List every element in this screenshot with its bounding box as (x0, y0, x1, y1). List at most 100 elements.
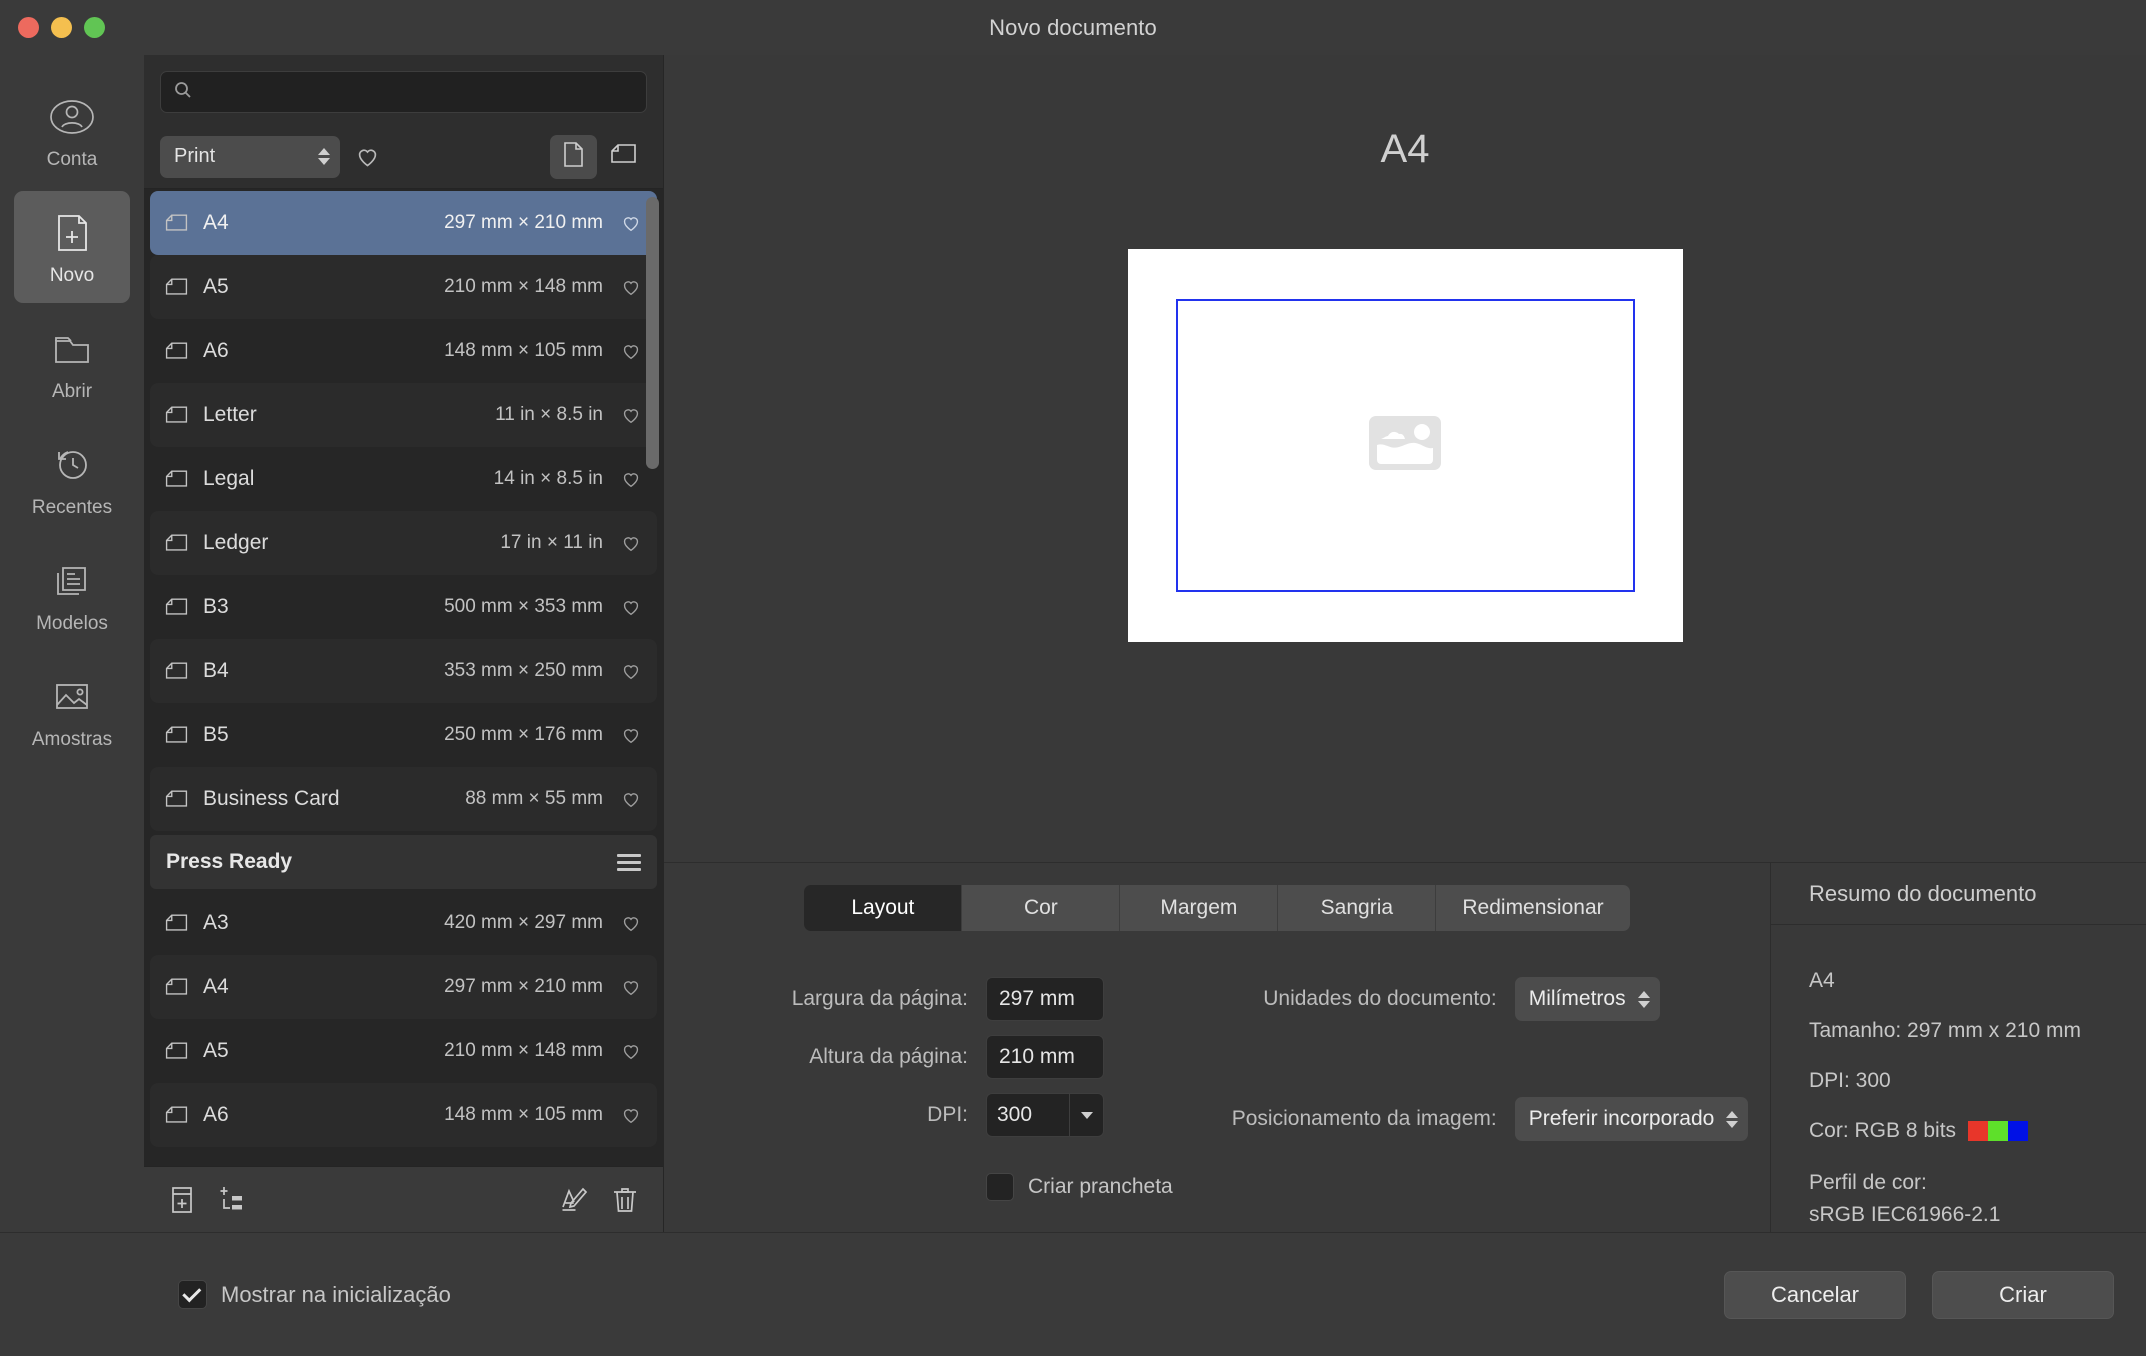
swatch-blue (2008, 1121, 2029, 1141)
preset-row[interactable]: Ledger 17 in × 11 in (150, 511, 657, 575)
search-input[interactable] (202, 81, 634, 103)
sidebar-item-label: Conta (46, 148, 98, 170)
summary-profile-label: Perfil de cor: (1809, 1171, 1927, 1194)
delete-icon[interactable] (611, 1185, 639, 1215)
summary-profile-value: sRGB IEC61966-2.1 (1809, 1203, 2001, 1227)
image-placement-select[interactable]: Preferir incorporado (1514, 1097, 1749, 1141)
sidebar-item-amostras[interactable]: Amostras (14, 655, 130, 767)
sidebar-item-abrir[interactable]: Abrir (14, 307, 130, 419)
preset-dimensions: 297 mm × 210 mm (444, 976, 603, 997)
preset-row[interactable]: A5 210 mm × 148 mm (150, 1019, 657, 1083)
search-icon (173, 80, 193, 105)
landscape-page-icon (164, 787, 189, 811)
dpi-input[interactable] (987, 1094, 1069, 1136)
preset-row[interactable]: A6 148 mm × 105 mm (150, 1083, 657, 1147)
favorites-filter-icon[interactable] (354, 143, 381, 170)
add-preset-icon[interactable] (168, 1185, 196, 1215)
create-artboard-label: Criar prancheta (1028, 1175, 1173, 1198)
preset-dimensions: 353 mm × 250 mm (444, 660, 603, 681)
page-height-row: Altura da página: (716, 1035, 1173, 1079)
minimize-window-button[interactable] (51, 17, 72, 38)
preset-row[interactable]: B4 353 mm × 250 mm (150, 639, 657, 703)
page-height-input[interactable] (986, 1035, 1104, 1079)
search-box[interactable] (160, 71, 647, 113)
tab-redimensionar[interactable]: Redimensionar (1436, 885, 1630, 931)
landscape-page-icon (164, 467, 189, 491)
favorite-icon[interactable] (617, 788, 645, 810)
sidebar-item-recentes[interactable]: Recentes (14, 423, 130, 535)
preset-name: A4 (203, 211, 229, 234)
check-icon (182, 1282, 202, 1302)
dpi-combo[interactable] (986, 1093, 1104, 1137)
sidebar-item-conta[interactable]: Conta (14, 75, 130, 187)
rename-icon[interactable] (559, 1185, 589, 1215)
sidebar-item-modelos[interactable]: Modelos (14, 539, 130, 651)
tab-sangria[interactable]: Sangria (1278, 885, 1437, 931)
preset-row[interactable]: A6 148 mm × 105 mm (150, 319, 657, 383)
preset-row[interactable]: Letter 11 in × 8.5 in (150, 383, 657, 447)
favorite-icon[interactable] (617, 532, 645, 554)
preset-list-scrollbar[interactable] (646, 197, 659, 469)
preset-row[interactable]: Business Card 88 mm × 55 mm (150, 767, 657, 831)
document-units-value: Milímetros (1528, 987, 1626, 1010)
favorite-icon[interactable] (617, 468, 645, 490)
document-units-select[interactable]: Milímetros (1514, 977, 1660, 1021)
dialog-footer: Mostrar na inicialização Cancelar Criar (0, 1232, 2146, 1356)
chevron-updown-icon (318, 148, 330, 165)
favorite-icon[interactable] (617, 912, 645, 934)
preset-row[interactable]: A4 297 mm × 210 mm (150, 955, 657, 1019)
preset-row[interactable]: B5 250 mm × 176 mm (150, 703, 657, 767)
preset-dimensions: 148 mm × 105 mm (444, 1104, 603, 1125)
clock-history-icon (47, 440, 97, 490)
sidebar-item-novo[interactable]: Novo (14, 191, 130, 303)
preset-name: A6 (203, 1103, 229, 1126)
favorite-icon[interactable] (617, 1040, 645, 1062)
page-height-label: Altura da página: (809, 1045, 968, 1068)
preset-row[interactable]: A3 420 mm × 297 mm (150, 891, 657, 955)
section-menu-icon[interactable] (617, 853, 641, 871)
landscape-page-icon (164, 275, 189, 299)
add-category-icon[interactable] (218, 1185, 248, 1215)
landscape-view-button[interactable] (600, 135, 647, 179)
show-on-startup-checkbox[interactable] (178, 1280, 207, 1309)
chevron-down-icon[interactable] (1069, 1094, 1103, 1136)
favorite-icon[interactable] (617, 276, 645, 298)
favorite-icon[interactable] (617, 404, 645, 426)
favorite-icon[interactable] (617, 1104, 645, 1126)
preset-row[interactable]: Legal 14 in × 8.5 in (150, 447, 657, 511)
preset-name: A6 (203, 339, 229, 362)
preset-name: A3 (203, 911, 229, 934)
close-window-button[interactable] (18, 17, 39, 38)
preset-row[interactable]: A4 297 mm × 210 mm (150, 191, 657, 255)
page-width-label: Largura da página: (791, 987, 968, 1010)
cancel-button[interactable]: Cancelar (1724, 1270, 1906, 1319)
category-select[interactable]: Print (160, 135, 340, 178)
favorite-icon[interactable] (617, 340, 645, 362)
page-width-input[interactable] (986, 977, 1104, 1021)
summary-dpi: DPI: 300 (1809, 1069, 1891, 1092)
tab-cor[interactable]: Cor (962, 885, 1121, 931)
tab-margem[interactable]: Margem (1120, 885, 1279, 931)
preset-name: B3 (203, 595, 229, 618)
preset-section-header[interactable]: Press Ready (150, 835, 657, 889)
portrait-view-button[interactable] (550, 134, 597, 179)
favorite-icon[interactable] (617, 724, 645, 746)
favorite-icon[interactable] (617, 212, 645, 234)
window-controls (18, 0, 105, 55)
presets-panel: Print A4 297 mm × 210 mm A5 210 mm × 148… (144, 55, 664, 1232)
sidebar-item-label: Recentes (31, 496, 113, 518)
tab-layout[interactable]: Layout (804, 885, 963, 931)
chevron-updown-icon (1637, 990, 1650, 1008)
options-tabs: Layout Cor Margem Sangria Redimensionar (664, 885, 1770, 931)
preset-row[interactable]: B3 500 mm × 353 mm (150, 575, 657, 639)
favorite-icon[interactable] (617, 596, 645, 618)
create-artboard-checkbox[interactable] (986, 1173, 1014, 1201)
preset-row[interactable]: A5 210 mm × 148 mm (150, 255, 657, 319)
preset-dimensions: 210 mm × 148 mm (444, 1040, 603, 1061)
favorite-icon[interactable] (617, 976, 645, 998)
preset-name: A5 (203, 1039, 229, 1062)
create-button[interactable]: Criar (1932, 1270, 2114, 1319)
swatch-green (1988, 1121, 2009, 1141)
favorite-icon[interactable] (617, 660, 645, 682)
zoom-window-button[interactable] (84, 17, 105, 38)
